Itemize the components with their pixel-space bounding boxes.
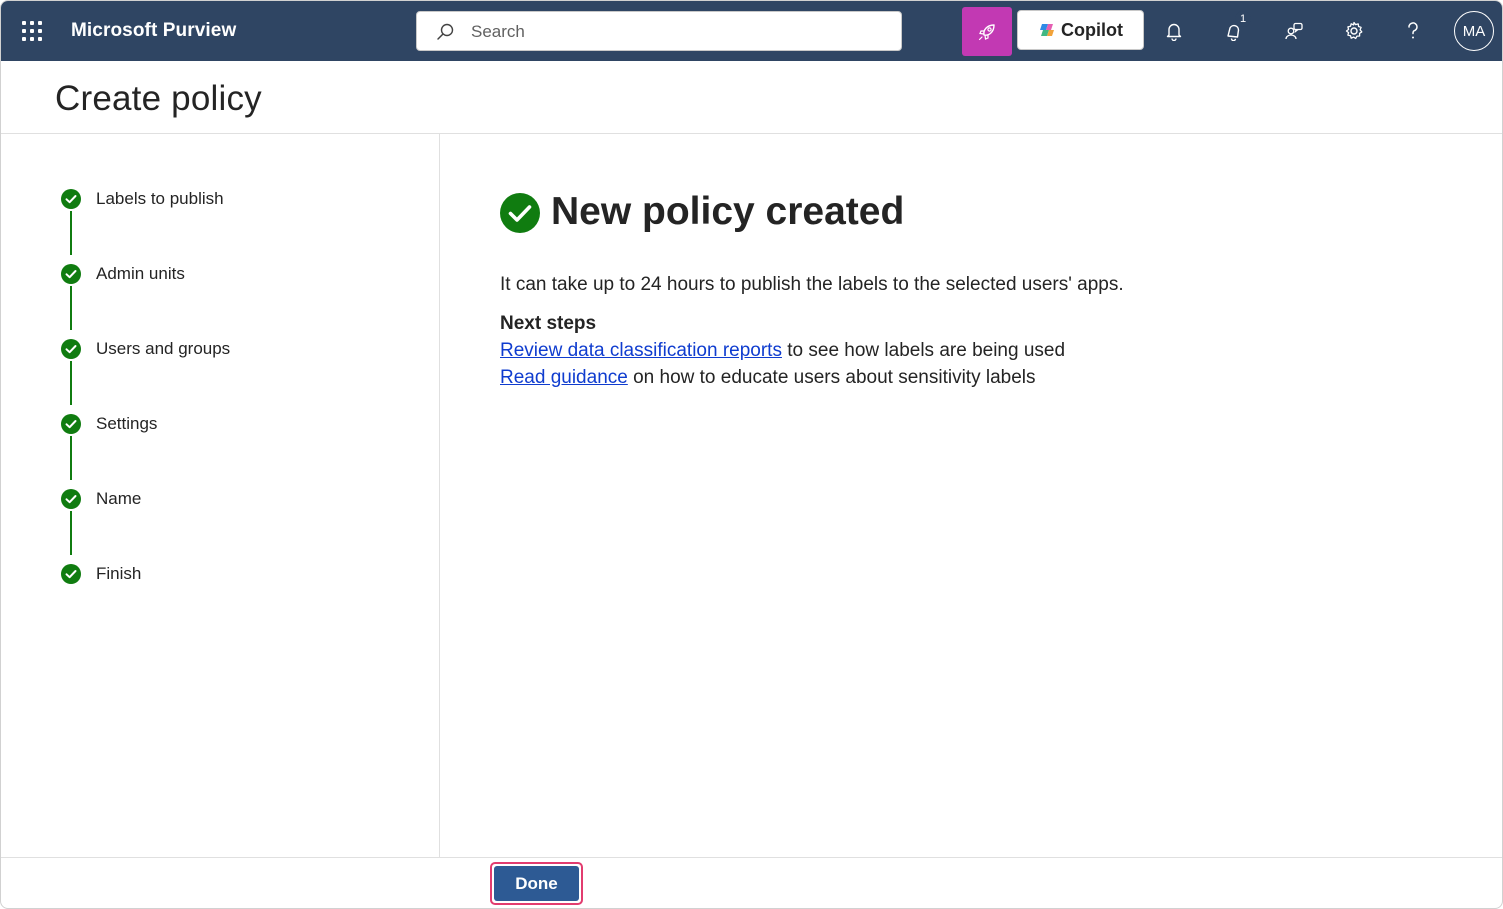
settings-icon bbox=[1345, 21, 1363, 40]
done-button[interactable]: Done bbox=[494, 866, 579, 901]
success-heading: New policy created bbox=[551, 190, 905, 233]
search-box[interactable] bbox=[416, 11, 902, 51]
check-circle-icon bbox=[61, 264, 81, 284]
avatar[interactable]: MA bbox=[1454, 11, 1494, 51]
next-step-text: on how to educate users about sensitivit… bbox=[627, 367, 1036, 388]
step-connector bbox=[70, 511, 72, 555]
copilot-icon bbox=[1040, 24, 1054, 36]
next-step-item: Read guidance on how to educate users ab… bbox=[500, 367, 1036, 389]
step-label: Labels to publish bbox=[96, 189, 224, 208]
step-users-and-groups[interactable]: Users and groups bbox=[61, 338, 230, 360]
check-circle-icon bbox=[61, 489, 81, 509]
success-check-icon bbox=[500, 193, 540, 233]
bell-button[interactable] bbox=[1158, 15, 1190, 47]
copilot-label: Copilot bbox=[1061, 19, 1123, 40]
step-label: Admin units bbox=[96, 264, 185, 283]
next-step-item: Review data classification reports to se… bbox=[500, 340, 1065, 362]
next-steps-title: Next steps bbox=[500, 313, 597, 334]
step-settings[interactable]: Settings bbox=[61, 413, 157, 435]
step-connector bbox=[70, 211, 72, 255]
page-title: Create policy bbox=[55, 79, 262, 118]
notifications-button[interactable]: 1 bbox=[1218, 11, 1251, 47]
app-launcher-icon[interactable] bbox=[15, 15, 47, 47]
step-label: Name bbox=[96, 489, 142, 508]
step-name[interactable]: Name bbox=[61, 488, 141, 510]
help-button[interactable] bbox=[1397, 15, 1429, 47]
step-labels-to-publish[interactable]: Labels to publish bbox=[61, 188, 224, 210]
search-input[interactable] bbox=[471, 20, 871, 44]
step-label: Settings bbox=[96, 414, 158, 433]
check-circle-icon bbox=[61, 189, 81, 209]
top-bar: Microsoft Purview Search Copilot 1 MA bbox=[1, 1, 1502, 61]
settings-button[interactable] bbox=[1338, 15, 1370, 47]
step-connector bbox=[70, 286, 72, 330]
search-icon bbox=[437, 23, 454, 40]
check-circle-icon bbox=[61, 414, 81, 434]
app-window: Microsoft Purview Search Copilot 1 MA Cr… bbox=[0, 0, 1503, 909]
community-icon bbox=[1285, 22, 1303, 40]
step-label: Users and groups bbox=[96, 339, 231, 358]
header-divider bbox=[1, 133, 1502, 134]
review-reports-link[interactable]: Review data classification reports bbox=[500, 340, 782, 361]
copilot-button[interactable]: Copilot bbox=[1017, 10, 1144, 50]
next-step-text: to see how labels are being used bbox=[781, 340, 1066, 361]
read-guidance-link[interactable]: Read guidance bbox=[500, 367, 628, 388]
check-circle-icon bbox=[61, 339, 81, 359]
bell-icon bbox=[1166, 23, 1182, 41]
publish-description: It can take up to 24 hours to publish th… bbox=[500, 274, 1124, 295]
footer-divider bbox=[1, 857, 1502, 858]
rocket-button[interactable] bbox=[962, 7, 1012, 56]
notification-badge: 1 bbox=[1235, 11, 1251, 27]
sidebar-divider bbox=[439, 134, 440, 857]
step-label: Finish bbox=[96, 564, 142, 583]
community-button[interactable] bbox=[1278, 15, 1310, 47]
step-connector bbox=[70, 361, 72, 405]
app-name[interactable]: Microsoft Purview bbox=[71, 20, 236, 42]
rocket-icon bbox=[978, 23, 995, 40]
help-icon bbox=[1408, 22, 1418, 39]
step-connector bbox=[70, 436, 72, 480]
step-admin-units[interactable]: Admin units bbox=[61, 263, 185, 285]
done-button-highlight: Done bbox=[490, 862, 583, 905]
step-finish[interactable]: Finish bbox=[61, 563, 141, 585]
check-circle-icon bbox=[61, 564, 81, 584]
